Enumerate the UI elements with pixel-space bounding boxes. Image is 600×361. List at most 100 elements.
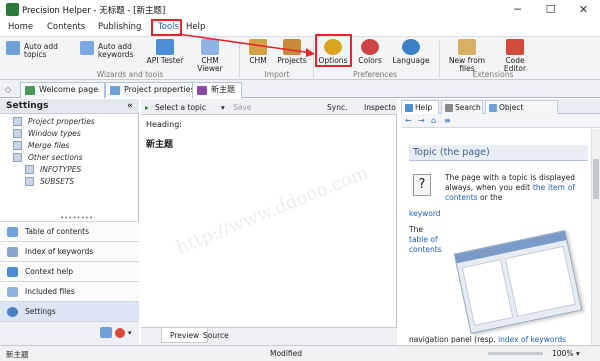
help-topic-title: Topic (the page) bbox=[409, 145, 588, 161]
editor-toolbar: ▸ Select a topic ▾ Save Sync. Inspecto bbox=[141, 99, 397, 115]
nav-settings[interactable]: Settings bbox=[0, 301, 139, 321]
annotation-arrow bbox=[177, 33, 315, 57]
help-link[interactable]: table of contents bbox=[409, 235, 449, 255]
editor-bottom-tabs: Preview Source bbox=[141, 327, 397, 345]
tab-preview[interactable]: Preview bbox=[161, 328, 209, 343]
inspector-button[interactable]: Inspecto bbox=[364, 103, 396, 112]
settings-sidebar: Settings « Project properties Window typ… bbox=[0, 99, 139, 345]
help-icon bbox=[405, 104, 413, 112]
tab-search[interactable]: Search bbox=[441, 100, 483, 114]
nav-label: Settings bbox=[25, 307, 56, 316]
nav-label: Index of keywords bbox=[25, 247, 94, 256]
nav-label: Table of contents bbox=[25, 227, 90, 236]
zoom-slider[interactable] bbox=[488, 352, 543, 355]
collapse-icon[interactable]: « bbox=[127, 101, 133, 111]
status-topic: 新主题 bbox=[6, 350, 29, 359]
tree-item[interactable]: SUBSETS bbox=[25, 177, 75, 186]
tree-item-label: Other sections bbox=[28, 153, 83, 162]
nav-table-of-contents[interactable]: Table of contents bbox=[0, 221, 139, 241]
page-icon bbox=[25, 177, 34, 186]
scrollbar-thumb[interactable] bbox=[593, 159, 599, 199]
sidebar-title: Settings bbox=[6, 101, 49, 111]
help-text: or the bbox=[480, 193, 503, 202]
tab-project-properties[interactable]: Project properties bbox=[105, 82, 202, 98]
keywords-icon bbox=[7, 247, 18, 257]
thumbnail-sidebar bbox=[461, 259, 514, 327]
tree-item-label: SUBSETS bbox=[40, 177, 75, 186]
topic-tab-icon bbox=[197, 86, 207, 95]
sidebar-footer: ▾ bbox=[0, 321, 139, 345]
sidebar-header: Settings « bbox=[0, 99, 139, 114]
tab-object-inspector[interactable]: Object Inspector bbox=[485, 100, 558, 125]
nav-included-files[interactable]: Included files bbox=[0, 281, 139, 301]
tree-item[interactable]: Merge files bbox=[13, 141, 70, 150]
nav-index-of-keywords[interactable]: Index of keywords bbox=[0, 241, 139, 261]
page-icon bbox=[25, 165, 34, 174]
files-icon bbox=[7, 287, 18, 297]
help-link[interactable]: keyword bbox=[409, 209, 441, 218]
status-bar: 新主题 Modified 100% ▾ bbox=[0, 345, 600, 361]
zoom-dropdown-icon[interactable]: ▾ bbox=[576, 349, 580, 358]
home-icon[interactable]: ⌂ bbox=[431, 116, 436, 125]
tab-label: Search bbox=[455, 103, 481, 112]
help-link[interactable]: index of keywords bbox=[498, 335, 566, 344]
tree-item[interactable]: INFOTYPES bbox=[25, 165, 82, 174]
search-icon bbox=[445, 104, 453, 112]
back-arrow-icon[interactable]: ← bbox=[405, 116, 412, 125]
page-icon bbox=[13, 129, 22, 138]
forward-arrow-icon[interactable]: → bbox=[418, 116, 425, 125]
nav-context-help[interactable]: Context help bbox=[0, 261, 139, 281]
toc-icon bbox=[7, 227, 18, 237]
dropdown-icon[interactable]: ▾ bbox=[221, 103, 225, 112]
select-topic-dropdown[interactable]: Select a topic bbox=[155, 103, 206, 112]
nav-label: Included files bbox=[25, 287, 75, 296]
sync-button[interactable]: Sync. bbox=[327, 103, 347, 112]
screenshot-thumbnail bbox=[453, 230, 583, 334]
page-icon bbox=[13, 153, 22, 162]
heading-label: Heading: bbox=[146, 120, 182, 129]
properties-tab-icon bbox=[110, 86, 120, 95]
page-icon bbox=[13, 117, 22, 126]
tab-help[interactable]: Help bbox=[401, 100, 439, 114]
tab-welcome-page[interactable]: Welcome page bbox=[20, 82, 106, 98]
tab-new-topic[interactable]: 新主题 bbox=[192, 82, 242, 98]
chevron-down-icon[interactable]: ▾ bbox=[128, 329, 132, 337]
tree-item[interactable]: Window types bbox=[13, 129, 81, 138]
tree-item-label: Merge files bbox=[28, 141, 70, 150]
help-toolbar: ← → ⌂ ≡ bbox=[401, 114, 600, 128]
help-text: navigation panel (resp. bbox=[409, 335, 496, 344]
welcome-tab-icon bbox=[25, 86, 35, 95]
tree-item[interactable]: Other sections bbox=[13, 153, 83, 162]
nav-config-icon[interactable] bbox=[115, 328, 125, 338]
inspector-icon bbox=[489, 104, 497, 112]
help-pane: Help Search Object Inspector ← → ⌂ ≡ Top… bbox=[401, 99, 600, 345]
nav-options-icon[interactable] bbox=[100, 327, 112, 338]
help-paragraph-1: The page with a topic is displayed alway… bbox=[445, 173, 575, 203]
back-icon[interactable]: ▸ bbox=[145, 103, 149, 112]
status-modified: Modified bbox=[270, 349, 303, 358]
help-text: The bbox=[409, 225, 423, 234]
app-window: Precision Helper - 无标题 - [新主题] ─ ☐ ✕ Hom… bbox=[0, 0, 600, 361]
question-page-icon: ? bbox=[413, 174, 431, 196]
tree-item[interactable]: Project properties bbox=[13, 117, 95, 126]
tab-label: Welcome page bbox=[39, 85, 99, 94]
document-tabbar: ◇ Welcome page Project properties 新主题 bbox=[0, 80, 600, 98]
thumbnail-content bbox=[504, 245, 576, 317]
tab-source[interactable]: Source bbox=[203, 331, 229, 340]
heading-value[interactable]: 新主题 bbox=[146, 137, 173, 150]
tree-item-label: Project properties bbox=[28, 117, 95, 126]
help-tabbar: Help Search Object Inspector bbox=[401, 99, 600, 125]
help-scrollbar[interactable] bbox=[591, 129, 600, 345]
help-paragraph-2: The table of contents bbox=[409, 225, 449, 255]
page-icon bbox=[13, 141, 22, 150]
contents-icon[interactable]: ≡ bbox=[444, 116, 451, 125]
save-button[interactable]: Save bbox=[233, 103, 251, 112]
settings-icon bbox=[7, 307, 18, 317]
tree-item-label: INFOTYPES bbox=[40, 165, 82, 174]
tab-label: Help bbox=[415, 103, 433, 112]
tab-scroll-icon[interactable]: ◇ bbox=[5, 85, 11, 94]
tab-label: 新主题 bbox=[211, 85, 235, 94]
nav-label: Context help bbox=[25, 267, 73, 276]
zoom-level[interactable]: 100% bbox=[552, 349, 573, 358]
help-paragraph-3: navigation panel (resp. index of keyword… bbox=[409, 335, 594, 344]
